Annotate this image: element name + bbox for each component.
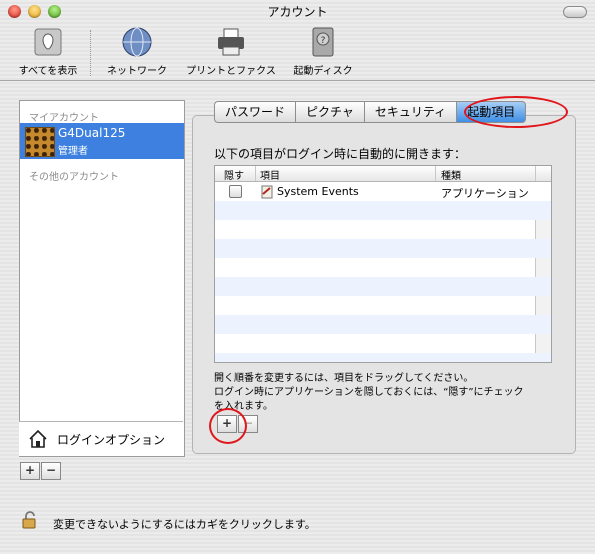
toolbar-toggle-button[interactable] — [563, 6, 587, 18]
column-item[interactable]: 項目 — [260, 167, 280, 182]
login-options-item[interactable]: ログインオプション — [19, 421, 183, 456]
column-divider — [435, 166, 436, 181]
toolbar-show-all[interactable]: すべてを表示 — [8, 26, 88, 77]
accounts-window: アカウント すべてを表示 ネットワーク プリントとファクス ? 起動ディスク マ… — [0, 0, 595, 554]
account-item-selected[interactable]: G4Dual125 管理者 — [20, 123, 184, 159]
login-items-heading: 以下の項目がログイン時に自動的に開きます： — [214, 147, 467, 161]
annotation-circle-add — [209, 408, 247, 444]
column-kind[interactable]: 種類 — [441, 167, 461, 182]
minimize-button[interactable] — [28, 5, 41, 18]
toolbar-divider — [0, 80, 595, 81]
lock-icon[interactable] — [22, 511, 38, 529]
network-globe-icon — [121, 26, 153, 58]
hide-checkbox[interactable] — [229, 185, 242, 198]
zoom-button[interactable] — [48, 5, 61, 18]
toolbar-network[interactable]: ネットワーク — [100, 26, 174, 77]
account-role: 管理者 — [58, 146, 88, 157]
window-title: アカウント — [267, 5, 328, 19]
remove-account-button[interactable]: − — [41, 462, 61, 480]
table-row-empty — [215, 239, 551, 258]
toolbar-separator — [90, 30, 91, 76]
account-list[interactable]: マイアカウント G4Dual125 管理者 その他のアカウント — [19, 100, 185, 457]
column-divider — [535, 166, 536, 181]
toolbar-label: 起動ディスク — [293, 66, 353, 77]
svg-text:?: ? — [321, 36, 326, 46]
close-button[interactable] — [8, 5, 21, 18]
toolbar-label: すべてを表示 — [18, 66, 78, 77]
show-all-icon — [32, 26, 64, 58]
toolbar-print-fax[interactable]: プリントとファクス — [178, 26, 284, 77]
login-options-label: ログインオプション — [57, 433, 166, 447]
item-kind: アプリケーション — [441, 187, 529, 200]
toolbar-label: プリントとファクス — [186, 66, 276, 77]
column-hide[interactable]: 隠す — [224, 167, 244, 182]
toolbar-label: ネットワーク — [107, 66, 167, 77]
table-row[interactable]: System Events アプリケーション — [215, 182, 551, 201]
account-picture-icon — [25, 127, 55, 157]
table-row-empty — [215, 353, 551, 362]
login-items-table[interactable]: 隠す 項目 種類 System Events アプリケーション — [214, 165, 552, 363]
table-row-empty — [215, 201, 551, 220]
toolbar-startup-disk[interactable]: ? 起動ディスク — [286, 26, 360, 77]
my-account-header: マイアカウント — [29, 113, 99, 124]
printer-icon — [215, 26, 247, 58]
drag-order-note: 開く順番を変更するには、項目をドラッグしてください。 — [214, 373, 474, 384]
table-row-empty — [215, 277, 551, 296]
tab-password[interactable]: パスワード — [214, 101, 296, 123]
tab-picture[interactable]: ピクチャ — [295, 101, 364, 123]
column-divider — [255, 166, 256, 181]
toolbar: すべてを表示 ネットワーク プリントとファクス ? 起動ディスク — [0, 24, 595, 80]
annotation-circle-tab — [464, 96, 568, 128]
item-name: System Events — [277, 185, 359, 198]
add-account-button[interactable]: + — [20, 462, 40, 480]
hard-disk-icon: ? — [307, 26, 339, 58]
table-row-empty — [215, 315, 551, 334]
account-name: G4Dual125 — [58, 126, 126, 140]
other-accounts-header: その他のアカウント — [29, 172, 119, 183]
title-bar: アカウント — [0, 0, 595, 24]
hide-note: ログイン時にアプリケーションを隠しておくには、“隠す”にチェック — [214, 387, 524, 398]
tab-security[interactable]: セキュリティ — [363, 101, 457, 123]
lock-message: 変更できないようにするにはカギをクリックします。 — [53, 518, 316, 531]
table-header: 隠す 項目 種類 — [215, 166, 551, 182]
script-icon — [260, 185, 274, 202]
house-icon — [28, 429, 48, 452]
